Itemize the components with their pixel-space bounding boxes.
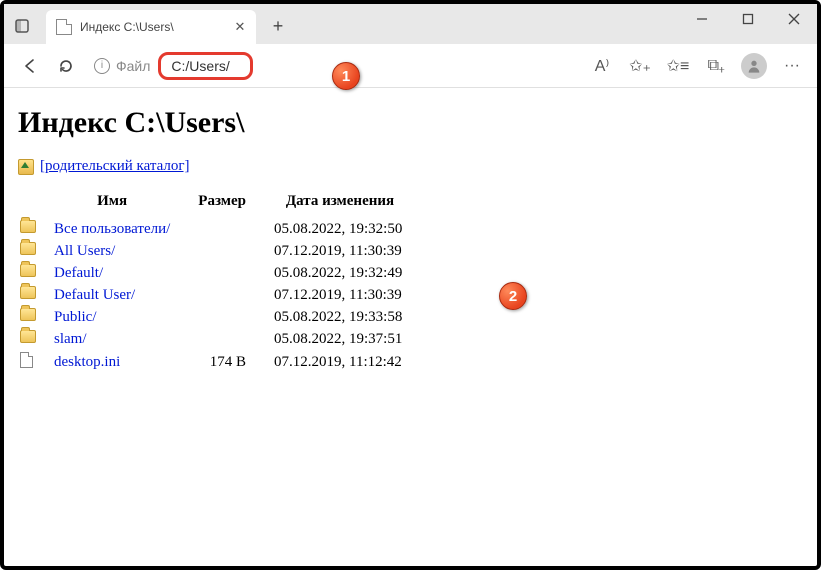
file-icon: [20, 352, 33, 368]
menu-button[interactable]: ···: [775, 49, 809, 83]
entry-date: 05.08.2022, 19:37:51: [260, 328, 420, 350]
back-button[interactable]: [12, 48, 48, 84]
url-scheme-label: Файл: [116, 58, 150, 74]
entry-link[interactable]: All Users/: [54, 243, 115, 259]
folder-icon: [20, 242, 36, 255]
entry-link[interactable]: slam/: [54, 331, 87, 347]
parent-dir-link[interactable]: [родительский каталог]: [40, 158, 190, 175]
entry-link[interactable]: Default/: [54, 265, 103, 281]
entry-size: [184, 218, 260, 240]
entry-link[interactable]: desktop.ini: [54, 354, 120, 370]
entry-size: [184, 306, 260, 328]
entry-date: 05.08.2022, 19:32:49: [260, 262, 420, 284]
entry-size: 174 B: [184, 350, 260, 375]
table-row: desktop.ini 174 B07.12.2019, 11:12:42: [20, 350, 420, 375]
add-favorite-button[interactable]: ✩₊: [623, 49, 657, 83]
profile-button[interactable]: [737, 49, 771, 83]
toolbar: i Файл C:/Users/ A⁾ ✩₊ ✩≡ ⧉₊ ···: [4, 44, 817, 88]
folder-icon: [20, 330, 36, 343]
parent-dir-icon: [18, 159, 34, 175]
entry-link[interactable]: Все пользователи/: [54, 221, 170, 237]
page-heading: Индекс C:\Users\: [18, 106, 803, 140]
table-row: Default/05.08.2022, 19:32:49: [20, 262, 420, 284]
callout-2: 2: [499, 282, 527, 310]
page-content: Индекс C:\Users\ [родительский каталог] …: [4, 88, 817, 393]
entry-link[interactable]: Default User/: [54, 287, 135, 303]
refresh-button[interactable]: [48, 48, 84, 84]
folder-icon: [20, 220, 36, 233]
window-controls: [679, 4, 817, 34]
tab-close-button[interactable]: ✕: [232, 19, 248, 35]
entry-date: 07.12.2019, 11:30:39: [260, 240, 420, 262]
col-size: Размер: [184, 189, 260, 218]
browser-tab[interactable]: Индекс C:\Users\ ✕: [46, 10, 256, 44]
entry-date: 07.12.2019, 11:30:39: [260, 284, 420, 306]
tab-title: Индекс C:\Users\: [80, 20, 174, 34]
col-date: Дата изменения: [260, 189, 420, 218]
minimize-button[interactable]: [679, 4, 725, 34]
table-row: All Users/07.12.2019, 11:30:39: [20, 240, 420, 262]
maximize-button[interactable]: [725, 4, 771, 34]
table-row: Все пользователи/05.08.2022, 19:32:50: [20, 218, 420, 240]
page-icon: [56, 19, 72, 35]
folder-icon: [20, 286, 36, 299]
entry-date: 05.08.2022, 19:32:50: [260, 218, 420, 240]
tab-actions-button[interactable]: [8, 12, 36, 40]
entry-size: [184, 284, 260, 306]
site-info-icon[interactable]: i: [94, 58, 110, 74]
url-text[interactable]: C:/Users/: [158, 52, 252, 80]
folder-icon: [20, 264, 36, 277]
col-name: Имя: [40, 189, 184, 218]
callout-1: 1: [332, 62, 360, 90]
table-row: Public/05.08.2022, 19:33:58: [20, 306, 420, 328]
entry-size: [184, 262, 260, 284]
entry-date: 07.12.2019, 11:12:42: [260, 350, 420, 375]
read-aloud-button[interactable]: A⁾: [585, 49, 619, 83]
close-window-button[interactable]: [771, 4, 817, 34]
entry-size: [184, 240, 260, 262]
entry-date: 05.08.2022, 19:33:58: [260, 306, 420, 328]
folder-icon: [20, 308, 36, 321]
collections-button[interactable]: ⧉₊: [699, 49, 733, 83]
table-row: slam/05.08.2022, 19:37:51: [20, 328, 420, 350]
address-bar[interactable]: i Файл C:/Users/: [94, 52, 253, 80]
favorites-button[interactable]: ✩≡: [661, 49, 695, 83]
entry-size: [184, 328, 260, 350]
directory-listing: Имя Размер Дата изменения Все пользовате…: [20, 189, 420, 375]
entry-link[interactable]: Public/: [54, 309, 97, 325]
table-row: Default User/07.12.2019, 11:30:39: [20, 284, 420, 306]
new-tab-button[interactable]: +: [264, 12, 292, 40]
titlebar: Индекс C:\Users\ ✕ +: [4, 4, 817, 44]
